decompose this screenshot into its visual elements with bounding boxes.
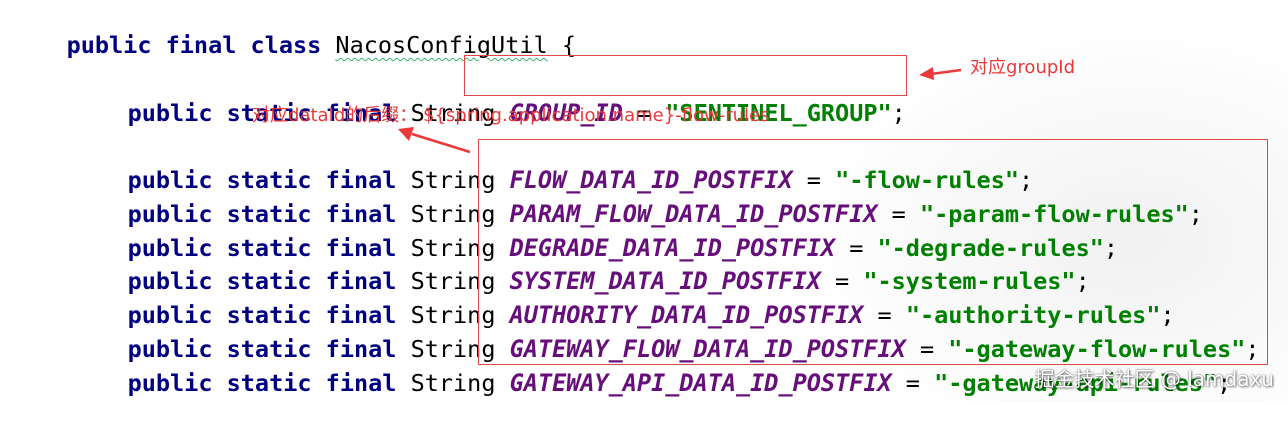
- class-keywords: public final class: [66, 31, 322, 59]
- equals-sign: =: [905, 369, 920, 397]
- watermark: 掘金技术社区 @ lamdaxu: [1034, 367, 1274, 391]
- semicolon: ;: [891, 99, 906, 127]
- data-id-postfix-highlight-box: [478, 139, 1268, 365]
- arrow-to-group-id: [919, 67, 962, 80]
- group-id-highlight-box: [464, 55, 907, 96]
- group-id-annotation: 对应groupId: [970, 57, 1076, 78]
- arrow-to-data-id: [398, 127, 471, 154]
- data-id-annotation: 对应dataId的后缀： ${spring.application.name}-…: [252, 105, 770, 126]
- type-name: String: [410, 369, 496, 397]
- class-declaration-line: public final class NacosConfigUtil {: [10, 0, 576, 59]
- modifiers: public static final: [127, 369, 397, 397]
- field-name: GATEWAY_API_DATA_ID_POSTFIX: [509, 369, 892, 397]
